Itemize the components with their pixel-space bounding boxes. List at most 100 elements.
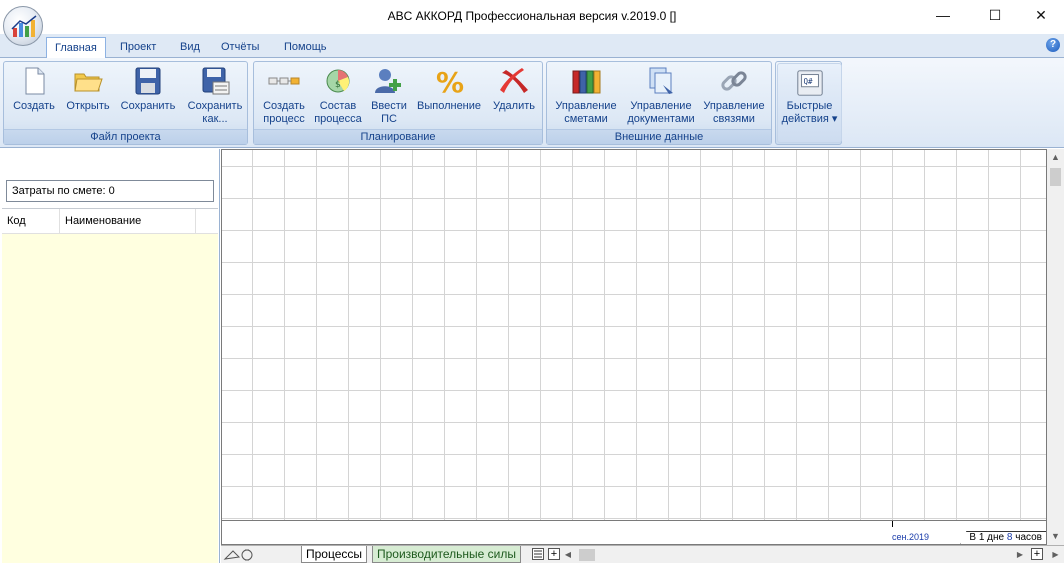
left-panel: Затраты по смете: 0 Код Наименование bbox=[0, 149, 220, 563]
percent-icon: % bbox=[436, 66, 464, 97]
scroll-right-end-icon[interactable]: ▶ bbox=[1047, 546, 1064, 563]
horizontal-scroll-thumb[interactable] bbox=[579, 549, 595, 561]
add-tab-button[interactable]: + bbox=[548, 548, 560, 560]
manage-documents-label-1: Управление bbox=[630, 100, 692, 112]
gantt-chart-area[interactable] bbox=[221, 149, 1047, 521]
save-as-label-1: Сохранить bbox=[187, 100, 243, 112]
create-process-label-2: процесс bbox=[263, 113, 305, 125]
manage-documents-label-2: документами bbox=[627, 113, 695, 125]
vertical-scrollbar[interactable]: ▲ ▼ bbox=[1047, 149, 1064, 545]
scroll-up-icon[interactable]: ▲ bbox=[1047, 149, 1064, 166]
create-button[interactable]: Создать bbox=[10, 65, 58, 113]
window-title: ABC АККОРД Профессиональная версия v.201… bbox=[387, 9, 677, 23]
horizontal-scrollbar[interactable] bbox=[577, 548, 1043, 562]
group-label-planning: Планирование bbox=[254, 129, 542, 144]
enter-ps-label-2: ПС bbox=[381, 113, 397, 125]
time-scale-prefix: В 1 дне bbox=[969, 532, 1007, 543]
time-scale-suffix: часов bbox=[1012, 532, 1042, 543]
group-label-project-file: Файл проекта bbox=[4, 129, 247, 144]
timeline-month-label: сен.2019 bbox=[892, 532, 929, 542]
create-label: Создать bbox=[13, 100, 55, 112]
menu-tab-bar: Главная Проект Вид Отчёты Помощь ? bbox=[0, 34, 1064, 58]
group-label-external-data: Внешние данные bbox=[547, 129, 771, 144]
group-quick-actions: Q# Быстрые действия ▾ bbox=[775, 61, 842, 145]
tab-project[interactable]: Проект bbox=[112, 37, 164, 58]
app-logo-chart-icon bbox=[11, 15, 37, 37]
quick-actions-label-2: действия ▾ bbox=[781, 113, 838, 125]
add-user-icon bbox=[375, 69, 401, 93]
group-planning: Создать процесс $ Состав процесса Ввести… bbox=[253, 61, 543, 145]
manage-estimates-label-2: сметами bbox=[564, 113, 608, 125]
save-label: Сохранить bbox=[120, 100, 176, 112]
group-project-file: Создать Открыть Сохранить Сохранить как.… bbox=[3, 61, 248, 145]
scroll-right-icon[interactable]: ▶ bbox=[1013, 546, 1027, 563]
binders-icon bbox=[572, 70, 601, 94]
tab-navigation-icon[interactable] bbox=[223, 547, 257, 562]
scroll-left-icon[interactable]: ◀ bbox=[561, 546, 575, 563]
timeline-tick bbox=[892, 521, 893, 527]
execution-label: Выполнение bbox=[417, 100, 482, 112]
pie-chart-icon: $ bbox=[326, 69, 350, 93]
title-bar[interactable]: ABC АККОРД Профессиональная версия v.201… bbox=[0, 0, 1064, 34]
quick-actions-button[interactable]: Q# Быстрые действия ▾ bbox=[777, 63, 842, 143]
grid-header: Код Наименование bbox=[2, 208, 218, 234]
svg-text:Q#: Q# bbox=[803, 77, 813, 86]
column-header-name[interactable]: Наименование bbox=[60, 209, 196, 234]
open-label: Открыть bbox=[66, 100, 110, 112]
app-window: ABC АККОРД Профессиональная версия v.201… bbox=[0, 0, 1064, 563]
process-chain-icon bbox=[268, 77, 300, 85]
quick-actions-icon: Q# bbox=[796, 70, 823, 96]
tab-view[interactable]: Вид bbox=[172, 37, 208, 58]
time-scale-tab[interactable]: В 1 дне 8 часов bbox=[960, 531, 1046, 544]
documents-icon bbox=[649, 67, 673, 94]
tab-home[interactable]: Главная bbox=[46, 37, 106, 58]
estimate-cost-field: Затраты по смете: 0 bbox=[6, 180, 214, 202]
delete-cross-icon bbox=[500, 68, 528, 93]
ribbon: Создать Открыть Сохранить Сохранить как.… bbox=[0, 58, 1064, 148]
manage-estimates-button[interactable]: Управление сметами bbox=[551, 65, 621, 126]
chain-link-icon bbox=[721, 71, 747, 91]
svg-text:$: $ bbox=[335, 80, 341, 90]
tab-processes[interactable]: Процессы bbox=[301, 546, 368, 563]
tab-help[interactable]: Помощь bbox=[276, 37, 335, 58]
minimize-button[interactable]: — bbox=[920, 0, 966, 30]
add-row-button[interactable]: + bbox=[1031, 548, 1043, 560]
save-button[interactable]: Сохранить bbox=[118, 65, 178, 113]
vertical-scroll-thumb[interactable] bbox=[1050, 168, 1061, 186]
process-composition-label-1: Состав bbox=[319, 100, 357, 112]
timeline-scale: сен.2019 В 1 дне 8 часов bbox=[221, 521, 1047, 545]
close-button[interactable]: ✕ bbox=[1018, 0, 1064, 30]
enter-ps-label-1: Ввести bbox=[371, 100, 407, 112]
sheet-list-icon[interactable] bbox=[532, 548, 544, 560]
tab-productive-forces[interactable]: Производительные силы bbox=[372, 546, 522, 563]
manage-documents-button[interactable]: Управление документами bbox=[625, 65, 697, 126]
open-folder-icon bbox=[74, 73, 103, 92]
tab-reports[interactable]: Отчёты bbox=[213, 37, 267, 58]
open-button[interactable]: Открыть bbox=[62, 65, 114, 113]
enter-ps-button[interactable]: Ввести ПС bbox=[366, 65, 412, 126]
create-process-label-1: Создать bbox=[263, 100, 305, 112]
process-composition-label-2: процесса bbox=[314, 113, 362, 125]
grid-body[interactable] bbox=[2, 234, 218, 563]
save-as-label-2: как... bbox=[202, 113, 228, 125]
svg-text:%: % bbox=[436, 66, 464, 97]
group-external-data: Управление сметами Управление документам… bbox=[546, 61, 772, 145]
create-process-button[interactable]: Создать процесс bbox=[258, 65, 310, 126]
column-header-code[interactable]: Код bbox=[2, 209, 60, 234]
app-menu-orb[interactable] bbox=[3, 6, 43, 46]
delete-button[interactable]: Удалить bbox=[488, 65, 540, 113]
execution-button[interactable]: % Выполнение bbox=[417, 65, 481, 113]
maximize-button[interactable]: ☐ bbox=[972, 0, 1018, 30]
process-composition-button[interactable]: $ Состав процесса bbox=[312, 65, 364, 126]
manage-estimates-label-1: Управление bbox=[555, 100, 617, 112]
manage-links-button[interactable]: Управление связями bbox=[700, 65, 768, 126]
delete-label: Удалить bbox=[493, 100, 535, 112]
list-icon bbox=[534, 550, 542, 558]
help-icon[interactable]: ? bbox=[1046, 38, 1060, 52]
quick-actions-label-1: Быстрые bbox=[786, 100, 833, 112]
save-as-button[interactable]: Сохранить как... bbox=[184, 65, 246, 126]
save-as-icon bbox=[202, 67, 230, 95]
manage-links-label-1: Управление bbox=[703, 100, 765, 112]
scroll-down-icon[interactable]: ▼ bbox=[1047, 528, 1064, 545]
new-document-icon bbox=[25, 67, 45, 95]
